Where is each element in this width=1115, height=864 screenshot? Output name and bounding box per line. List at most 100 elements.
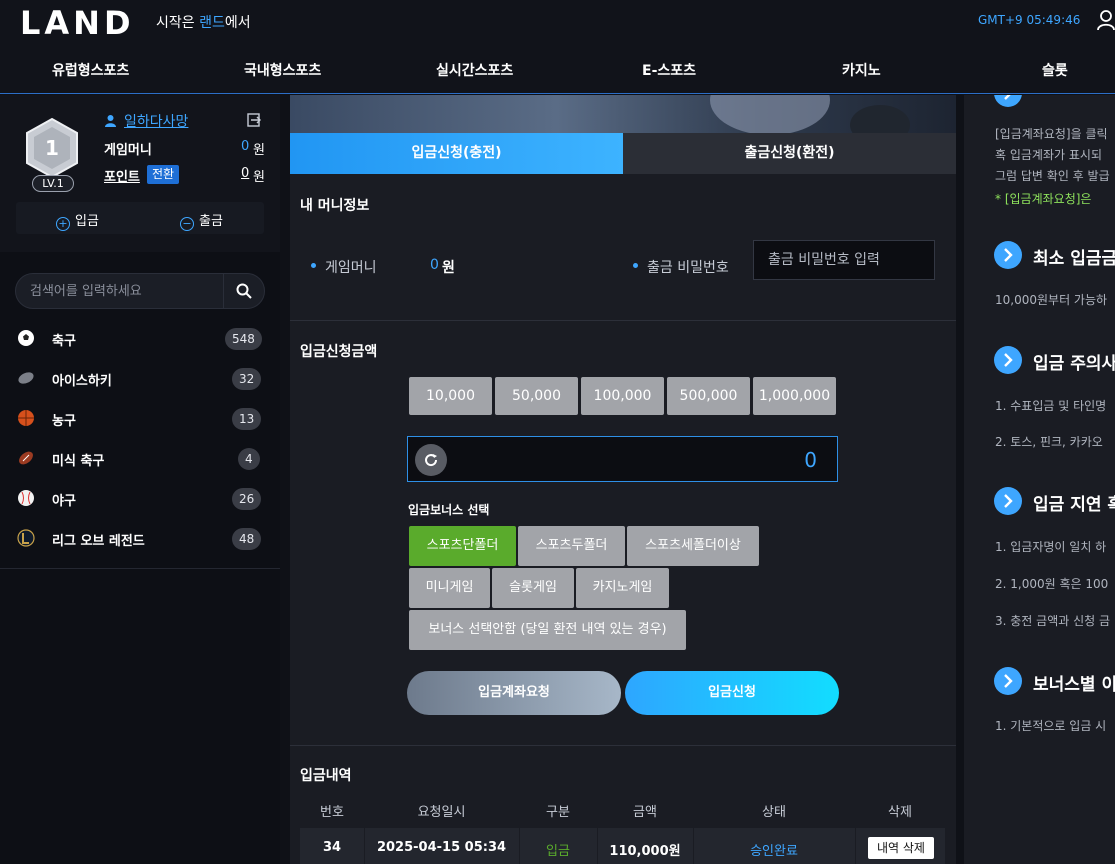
withdraw-password-input[interactable] <box>753 240 935 280</box>
nav-slots[interactable]: 슬롯 <box>1042 60 1068 80</box>
nav-european-sports[interactable]: 유럽형스포츠 <box>52 60 129 80</box>
bullet-dot <box>633 263 638 268</box>
point-switch-button[interactable]: 전환 <box>147 165 180 184</box>
sport-count: 48 <box>232 528 262 550</box>
history-type: 입금 <box>546 844 570 859</box>
nav-domestic-sports[interactable]: 국내형스포츠 <box>244 60 321 80</box>
bonus-option-slot-game[interactable]: 슬롯게임 <box>492 568 574 608</box>
baseball-icon <box>18 490 34 506</box>
history-datetime: 2025-04-15 05:34 <box>376 840 507 855</box>
sport-count: 548 <box>225 328 262 350</box>
info-text: [입금계좌요청]을 클릭 <box>995 127 1108 141</box>
sidebar-deposit-button[interactable]: + 입금 <box>56 210 99 231</box>
info-heading-text: 최소 입금금 <box>1033 249 1115 269</box>
sport-count: 13 <box>232 408 262 430</box>
reset-amount-button[interactable] <box>415 444 447 476</box>
sport-item-basketball[interactable]: 농구 13 <box>0 398 280 438</box>
nav-casino[interactable]: 카지노 <box>842 60 881 80</box>
left-sidebar: 1 LV.1 일하다사망 게임머니 0 원 포인트 전환 0 원 + 입금 − 출금… <box>0 95 280 864</box>
main-nav: 유럽형스포츠 국내형스포츠 실시간스포츠 E-스포츠 카지노 슬롯 <box>0 42 1115 94</box>
info-text: 3. 충전 금액과 신청 금 <box>995 614 1111 628</box>
bonus-title: 입금보너스 선택 <box>408 503 490 517</box>
sport-label: 미식 축구 <box>52 454 105 469</box>
user-icon[interactable] <box>1096 9 1115 31</box>
info-text: 1. 수표입금 및 타인명 <box>995 399 1107 413</box>
sport-item-baseball[interactable]: 야구 26 <box>0 478 280 518</box>
deposit-amount-value: 0 <box>804 448 817 472</box>
level-label: LV.1 <box>32 175 74 192</box>
info-text: 2. 토스, 핀크, 카카오 <box>995 435 1103 449</box>
logout-icon[interactable] <box>246 112 262 128</box>
profile-card: 1 LV.1 일하다사망 게임머니 0 원 포인트 전환 0 원 + 입금 − 출금 <box>0 95 280 252</box>
table-cell-divider <box>855 828 856 864</box>
server-clock: GMT+9 05:49:46 <box>978 13 1081 27</box>
info-heading-text: 입금 지연 혹 <box>1033 495 1115 515</box>
sport-item-american-football[interactable]: 미식 축구 4 <box>0 438 280 478</box>
table-header-type: 구분 <box>546 805 570 820</box>
sport-count: 32 <box>232 368 262 390</box>
money-info-title: 내 머니정보 <box>300 198 370 214</box>
sidebar-withdraw-button[interactable]: − 출금 <box>180 210 223 231</box>
bonus-option-sports-double[interactable]: 스포츠두폴더 <box>518 526 625 566</box>
sport-item-ice-hockey[interactable]: 아이스하키 32 <box>0 358 280 398</box>
game-money-unit: 원 <box>442 260 455 276</box>
bonus-option-sports-triple-plus[interactable]: 스포츠세폴더이상 <box>627 526 759 566</box>
sidebar-withdraw-label: 출금 <box>199 214 223 229</box>
info-text: 10,000원부터 가능하 <box>995 293 1108 307</box>
chevron-right-icon <box>994 95 1022 107</box>
table-header-amount: 금액 <box>633 805 657 820</box>
quick-amount-button[interactable]: 1,000,000 <box>753 377 836 415</box>
username-link[interactable]: 일하다사망 <box>124 111 188 131</box>
level-number: 1 <box>45 136 59 160</box>
site-logo[interactable]: LAND <box>20 4 135 42</box>
slogan: 시작은 랜드에서 <box>156 12 251 32</box>
sport-label: 농구 <box>52 414 76 429</box>
game-money-label: 게임머니 <box>325 260 377 276</box>
search-icon[interactable] <box>236 283 252 299</box>
account-request-button[interactable]: 입금계좌요청 <box>407 671 621 715</box>
game-money-unit: 원 <box>253 143 265 158</box>
basketball-icon <box>18 410 34 426</box>
info-text: 그럼 답변 확인 후 발급 <box>995 169 1110 183</box>
info-heading-text: 입금 주의사 <box>1033 354 1115 374</box>
bonus-option-none[interactable]: 보너스 선택안함 (당일 환전 내역 있는 경우) <box>409 610 686 650</box>
sport-count: 4 <box>238 448 260 470</box>
chevron-right-icon <box>994 346 1022 374</box>
info-heading-text: 보너스별 이 <box>1033 675 1115 695</box>
point-label[interactable]: 포인트 <box>104 166 140 185</box>
sport-item-soccer[interactable]: 축구 548 <box>0 318 280 358</box>
bonus-option-sports-single[interactable]: 스포츠단폴더 <box>409 526 516 566</box>
lol-icon <box>17 529 35 547</box>
info-text: 1. 기본적으로 입금 시 <box>995 719 1107 733</box>
history-amount: 110,000원 <box>609 844 681 859</box>
deposit-amount-input[interactable]: 0 <box>407 436 838 482</box>
quick-amount-button[interactable]: 500,000 <box>667 377 750 415</box>
plus-circle-icon: + <box>56 217 70 231</box>
tab-withdraw[interactable]: 출금신청(환전) <box>623 133 956 174</box>
search-input[interactable] <box>30 281 220 301</box>
quick-amount-button[interactable]: 10,000 <box>409 377 492 415</box>
bonus-option-casino-game[interactable]: 카지노게임 <box>576 568 669 608</box>
info-text: 1. 입금자명이 일치 하 <box>995 540 1107 554</box>
table-header-no: 번호 <box>320 805 344 820</box>
slogan-suffix: 에서 <box>224 15 251 31</box>
info-text: 2. 1,000원 혹은 100 <box>995 577 1109 591</box>
hockey-puck-icon <box>18 372 34 384</box>
quick-amount-button[interactable]: 100,000 <box>581 377 664 415</box>
sport-label: 축구 <box>52 334 76 349</box>
deposit-request-button[interactable]: 입금신청 <box>625 671 839 715</box>
point-value: 0 <box>241 166 250 181</box>
history-no: 34 <box>322 840 342 855</box>
sport-item-league-of-legends[interactable]: 리그 오브 레전드 48 <box>0 518 280 558</box>
quick-amount-button[interactable]: 50,000 <box>495 377 578 415</box>
nav-live-sports[interactable]: 실시간스포츠 <box>436 60 513 80</box>
nav-esports[interactable]: E-스포츠 <box>642 60 696 80</box>
table-header-delete: 삭제 <box>888 805 912 820</box>
table-header-datetime: 요청일시 <box>417 805 466 820</box>
deposit-withdraw-bar: + 입금 − 출금 <box>16 202 264 234</box>
bonus-option-mini-game[interactable]: 미니게임 <box>409 568 490 608</box>
info-text: 혹 입금계좌가 표시되 <box>995 148 1102 162</box>
tab-deposit[interactable]: 입금신청(충전) <box>290 133 623 174</box>
history-status: 승인완료 <box>750 844 798 859</box>
delete-history-button[interactable]: 내역 삭제 <box>868 837 934 859</box>
